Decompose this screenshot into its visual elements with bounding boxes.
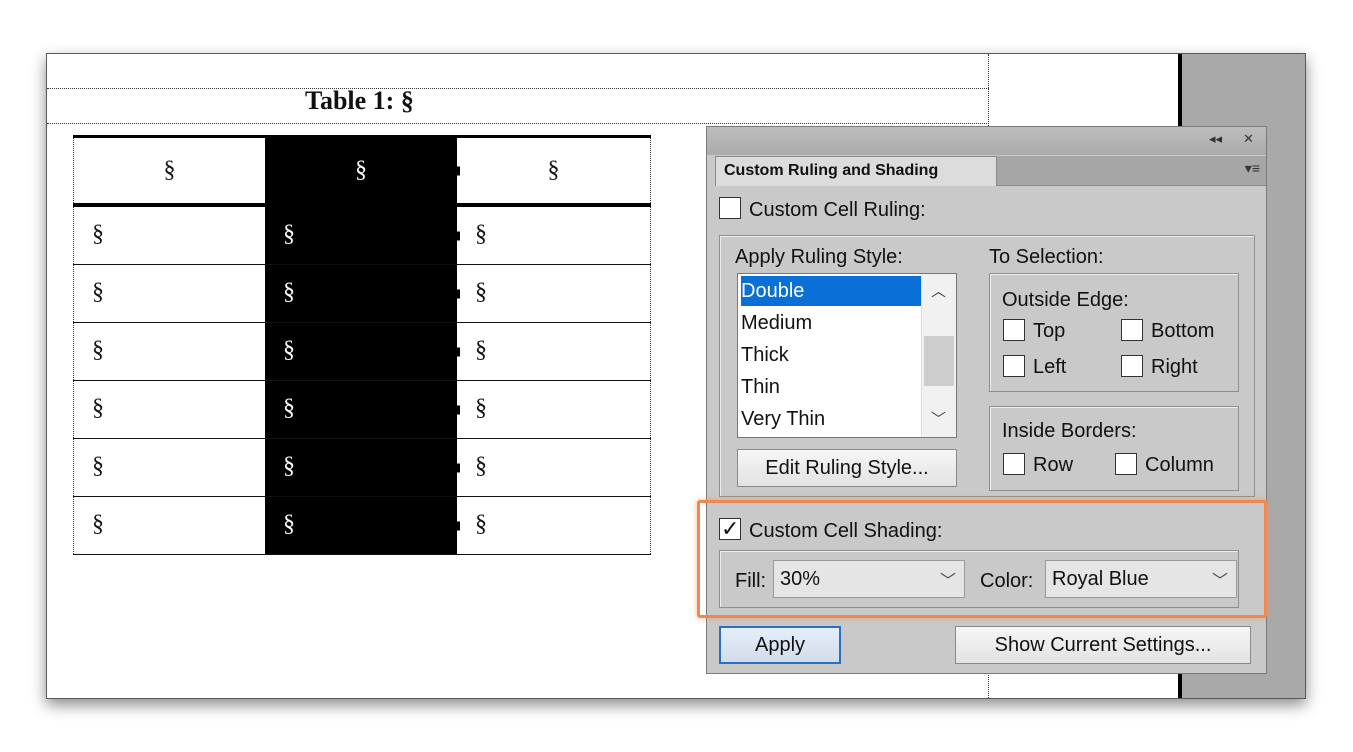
cell-end-marker (455, 166, 460, 175)
left-checkbox[interactable] (1003, 355, 1025, 377)
inside-borders-group (989, 406, 1239, 491)
outside-edge-label: Outside Edge: (1002, 289, 1129, 311)
top-checkbox[interactable] (1003, 319, 1025, 341)
table-row[interactable]: § § § (73, 497, 651, 555)
to-selection-label: To Selection: (989, 246, 1104, 268)
right-label: Right (1151, 356, 1198, 378)
table-cell[interactable]: § (455, 439, 651, 496)
table-row[interactable]: § § § (73, 439, 651, 497)
table-cell[interactable]: § (73, 497, 265, 554)
show-current-settings-button[interactable]: Show Current Settings... (955, 626, 1251, 664)
table-cell-selected[interactable]: § (265, 381, 457, 438)
table-cell-selected[interactable]: § (265, 323, 457, 380)
table-cell[interactable]: § (455, 265, 651, 322)
table-cell[interactable]: § (73, 138, 265, 203)
table-cell[interactable]: § (73, 381, 265, 438)
table-cell[interactable]: § (73, 323, 265, 380)
table-cell-selected[interactable]: § (265, 138, 457, 203)
document-table[interactable]: § § § § § § § § § § § § § § § § § § § § … (73, 135, 651, 555)
table-cell[interactable]: § (73, 439, 265, 496)
table-row[interactable]: § § § (73, 207, 651, 265)
table-cell-selected[interactable]: § (265, 439, 457, 496)
tab-bar: ▾≡ (997, 156, 1266, 186)
fill-select[interactable]: 30% ﹀ (773, 560, 965, 598)
custom-cell-ruling-checkbox[interactable] (719, 197, 741, 219)
table-cell[interactable]: § (73, 207, 265, 264)
panel-title-bar[interactable]: ◂◂ ✕ (707, 127, 1266, 155)
text-frame-top-guide (47, 88, 989, 89)
chevron-down-icon: ﹀ (1211, 573, 1228, 590)
custom-cell-ruling-label: Custom Cell Ruling: (749, 199, 926, 221)
table-cell[interactable]: § (455, 381, 651, 438)
collapse-icon[interactable]: ◂◂ (1209, 131, 1222, 147)
edit-ruling-style-button[interactable]: Edit Ruling Style... (737, 449, 957, 487)
cell-end-marker (455, 347, 460, 356)
cell-end-marker (455, 463, 460, 472)
table-cell-selected[interactable]: § (265, 497, 457, 554)
scroll-thumb[interactable] (924, 336, 954, 386)
table-row[interactable]: § § § (73, 323, 651, 381)
table-header-row[interactable]: § § § (73, 135, 651, 207)
color-label: Color: (980, 570, 1034, 592)
apply-button[interactable]: Apply (719, 626, 841, 664)
right-checkbox[interactable] (1121, 355, 1143, 377)
custom-cell-shading-label: Custom Cell Shading: (749, 520, 943, 542)
apply-ruling-style-label: Apply Ruling Style: (735, 246, 903, 268)
list-item-medium[interactable]: Medium (741, 308, 921, 338)
list-item-thick[interactable]: Thick (741, 340, 921, 370)
bottom-label: Bottom (1151, 320, 1215, 342)
custom-cell-shading-checkbox[interactable] (719, 516, 741, 542)
fill-value: 30% (780, 568, 821, 590)
custom-ruling-shading-panel: ◂◂ ✕ Custom Ruling and Shading ▾≡ Custom… (706, 126, 1267, 674)
cell-end-marker (455, 231, 460, 240)
top-label: Top (1033, 320, 1066, 342)
ruling-style-list[interactable]: Double Medium Thick Thin Very Thin ︿ ﹀ (737, 273, 957, 438)
list-item-very-thin[interactable]: Very Thin (741, 404, 921, 434)
column-label: Column (1145, 454, 1214, 476)
scroll-down-icon[interactable]: ﹀ (931, 408, 946, 429)
panel-menu-icon[interactable]: ▾≡ (1245, 160, 1260, 177)
fill-label: Fill: (735, 570, 767, 592)
table-row[interactable]: § § § (73, 381, 651, 439)
table-cell-selected[interactable]: § (265, 207, 457, 264)
table-cell[interactable]: § (455, 138, 651, 203)
table-cell[interactable]: § (73, 265, 265, 322)
inside-borders-label: Inside Borders: (1002, 420, 1137, 442)
column-checkbox[interactable] (1115, 453, 1137, 475)
text-frame-bottom-guide (47, 123, 989, 124)
list-item-double[interactable]: Double (741, 276, 921, 306)
chevron-down-icon: ﹀ (939, 573, 956, 590)
table-cell[interactable]: § (455, 207, 651, 264)
cell-end-marker (455, 405, 460, 414)
list-item-thin[interactable]: Thin (741, 372, 921, 402)
color-select[interactable]: Royal Blue ﹀ (1045, 560, 1237, 598)
left-label: Left (1033, 356, 1067, 378)
table-cell[interactable]: § (455, 323, 651, 380)
cell-end-marker (455, 521, 460, 530)
bottom-checkbox[interactable] (1121, 319, 1143, 341)
table-cell[interactable]: § (455, 497, 651, 554)
cell-end-marker (455, 289, 460, 298)
table-row[interactable]: § § § (73, 265, 651, 323)
table-caption: Table 1: § (305, 86, 414, 115)
color-value: Royal Blue (1052, 568, 1149, 590)
scroll-up-icon[interactable]: ︿ (931, 280, 946, 301)
row-checkbox[interactable] (1003, 453, 1025, 475)
tab-custom-ruling-shading[interactable]: Custom Ruling and Shading (715, 156, 997, 186)
table-cell-selected[interactable]: § (265, 265, 457, 322)
close-icon[interactable]: ✕ (1243, 131, 1254, 147)
row-label: Row (1033, 454, 1074, 476)
list-scrollbar[interactable]: ︿ ﹀ (921, 274, 956, 437)
